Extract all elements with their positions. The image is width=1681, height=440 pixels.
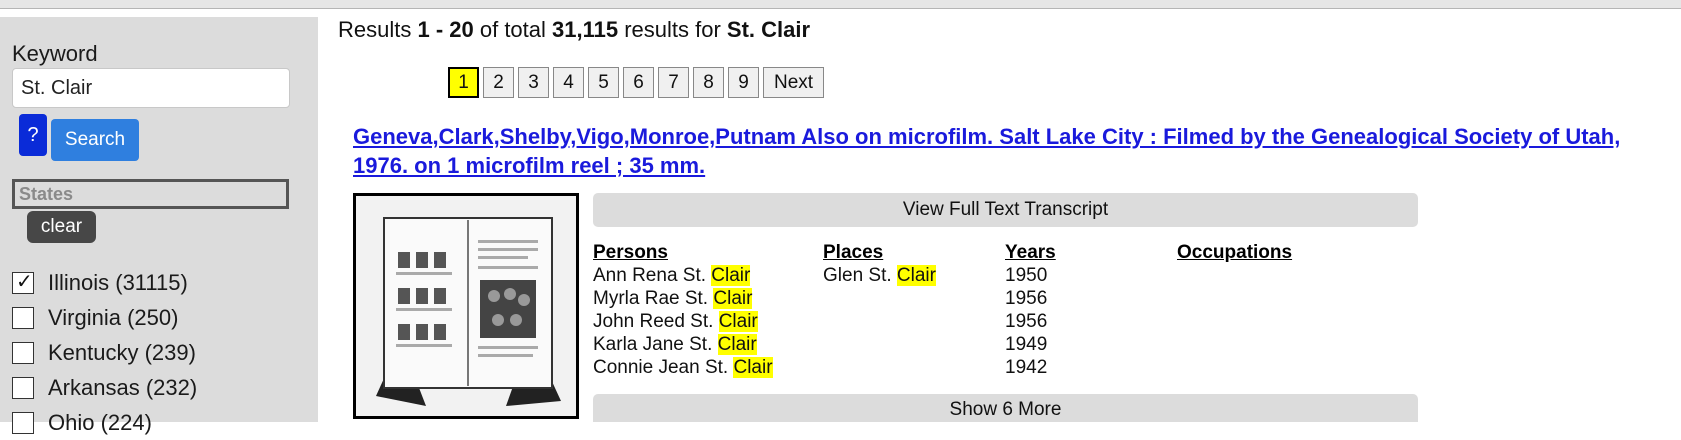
keyword-input[interactable] — [12, 68, 290, 108]
state-checkbox[interactable]: ✓ — [12, 270, 34, 294]
state-label: Arkansas (232) — [48, 374, 198, 400]
state-filter-item[interactable]: Kentucky (239) — [12, 335, 197, 370]
state-checkbox[interactable] — [12, 306, 34, 329]
results-mid: of total — [473, 17, 553, 42]
person-name: Ann Rena St. — [593, 265, 712, 286]
page-button-3[interactable]: 3 — [518, 67, 549, 98]
page-button-2[interactable]: 2 — [483, 67, 514, 98]
filter-sidebar: Keyword ? Search clear ✓ Illinois (31115… — [0, 17, 318, 435]
persons-header: Persons — [593, 242, 668, 263]
occupations-header: Occupations — [1177, 242, 1293, 263]
results-suffix: results for — [618, 17, 727, 42]
search-button[interactable]: Search — [51, 119, 139, 161]
person-name: John Reed St. — [593, 311, 719, 332]
search-highlight: Clair — [713, 288, 753, 309]
clear-button[interactable]: clear — [27, 211, 96, 243]
search-highlight: Clair — [896, 265, 936, 286]
person-entry: Karla Jane St. Clair — [593, 333, 757, 356]
state-filter-item[interactable]: Ohio (224) — [12, 405, 197, 440]
year-entry: 1956 — [1005, 288, 1048, 309]
state-label: Virginia (250) — [48, 304, 179, 330]
person-entry: John Reed St. Clair — [593, 310, 758, 333]
page-button-9[interactable]: 9 — [728, 67, 759, 98]
record-title-link[interactable]: Geneva,Clark,Shelby,Vigo,Monroe,Putnam A… — [353, 122, 1671, 180]
page-button-7[interactable]: 7 — [658, 67, 689, 98]
state-label: Illinois (31115) — [48, 269, 188, 295]
state-checkbox[interactable] — [12, 341, 34, 364]
state-checkbox[interactable] — [12, 411, 34, 434]
microfilm-page-image — [356, 196, 576, 416]
person-name: Myrla Rae St. — [593, 288, 714, 309]
results-summary: Results 1 - 20 of total 31,115 results f… — [338, 17, 810, 43]
places-header: Places — [823, 242, 884, 263]
state-filter-item[interactable]: Arkansas (232) — [12, 370, 197, 405]
person-entry: Ann Rena St. Clair — [593, 264, 751, 287]
results-range: 1 - 20 — [417, 17, 474, 42]
place-name: Glen St. — [823, 265, 897, 286]
results-prefix: Results — [338, 17, 418, 42]
state-label: Kentucky (239) — [48, 339, 196, 365]
results-query: St. Clair — [726, 17, 811, 42]
page-button-5[interactable]: 5 — [588, 67, 619, 98]
search-highlight: Clair — [733, 357, 773, 378]
page-button-6[interactable]: 6 — [623, 67, 654, 98]
year-entry: 1956 — [1005, 311, 1048, 332]
year-entry: 1942 — [1005, 357, 1048, 378]
state-filter-item[interactable]: Virginia (250) — [12, 300, 197, 335]
checkmark-icon: ✓ — [16, 270, 33, 293]
page-button-8[interactable]: 8 — [693, 67, 724, 98]
state-label: Ohio (224) — [48, 409, 152, 435]
person-entry: Myrla Rae St. Clair — [593, 287, 753, 310]
year-entry: 1950 — [1005, 265, 1048, 286]
person-entry: Connie Jean St. Clair — [593, 356, 773, 379]
state-checkbox[interactable] — [12, 376, 34, 399]
person-name: Connie Jean St. — [593, 357, 734, 378]
next-page-button[interactable]: Next — [763, 67, 825, 98]
results-total: 31,115 — [552, 17, 619, 42]
states-filter-input[interactable] — [12, 179, 289, 209]
pagination: 1 2 3 4 5 6 7 8 9 Next — [448, 67, 828, 98]
search-highlight: Clair — [717, 334, 757, 355]
person-name: Karla Jane St. — [593, 334, 718, 355]
year-entry: 1949 — [1005, 334, 1048, 355]
keyword-label: Keyword — [12, 41, 98, 66]
place-entry: Glen St. Clair — [823, 264, 936, 287]
page-button-4[interactable]: 4 — [553, 67, 584, 98]
browser-top-bar — [0, 0, 1681, 9]
show-more-button[interactable]: Show 6 More — [593, 394, 1418, 422]
search-highlight: Clair — [718, 311, 758, 332]
years-header: Years — [1005, 242, 1056, 263]
view-full-transcript-button[interactable]: View Full Text Transcript — [593, 193, 1418, 227]
help-button[interactable]: ? — [19, 114, 47, 156]
state-filter-list: ✓ Illinois (31115) Virginia (250) Kentuc… — [12, 265, 197, 440]
record-thumbnail[interactable] — [353, 193, 579, 419]
page-button-1[interactable]: 1 — [448, 67, 479, 98]
state-filter-item[interactable]: ✓ Illinois (31115) — [12, 265, 197, 300]
search-highlight: Clair — [711, 265, 751, 286]
